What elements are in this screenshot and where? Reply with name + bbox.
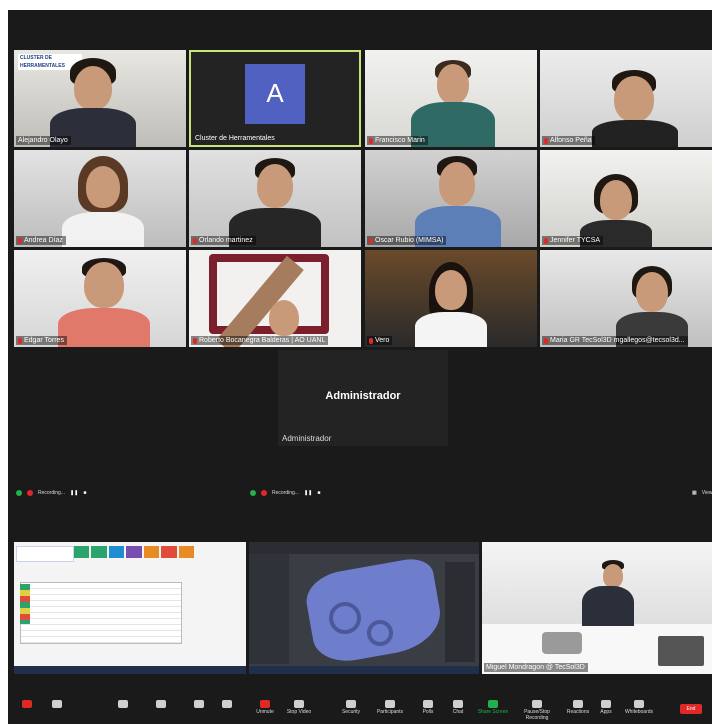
security-shield-icon — [16, 490, 22, 496]
recording-label: Recording... — [38, 490, 65, 496]
security-shield-icon — [250, 490, 256, 496]
participant-tile-active-speaker[interactable]: A Cluster de Herramentales — [189, 50, 361, 147]
muted-mic-icon — [193, 337, 197, 344]
participant-tile[interactable]: CLUSTER DE HERRAMENTALES Alejandro Olayo — [14, 50, 186, 147]
audio-control-icon[interactable] — [22, 698, 32, 709]
muted-mic-icon — [193, 237, 197, 244]
unmute-button[interactable]: Unmute — [252, 698, 278, 715]
host-title: Administrador — [325, 390, 401, 402]
recording-indicator[interactable]: Recording... ❚❚ ■ — [16, 490, 86, 496]
pause-recording-button[interactable]: Pause/Stop Recording — [512, 698, 562, 721]
muted-mic-icon — [369, 237, 373, 244]
cad-model — [302, 555, 446, 667]
laptop — [658, 636, 704, 666]
participant-name: Administrador — [282, 434, 332, 443]
video-control-icon[interactable] — [52, 698, 62, 709]
participant-tile[interactable]: Jennifer TYCSA — [540, 150, 712, 247]
participant-name: Cluster de Herramentales — [195, 135, 275, 142]
participant-name: Vero — [367, 336, 393, 345]
participant-tile[interactable]: Oscar Rubio (MIMSA) — [365, 150, 537, 247]
stop-icon[interactable]: ■ — [317, 490, 320, 496]
reactions-button[interactable]: Reactions — [564, 698, 592, 715]
end-button[interactable]: End — [680, 704, 702, 714]
participant-name: Andrea Díaz — [16, 236, 66, 245]
participant-tile[interactable]: Orlando martinez — [189, 150, 361, 247]
participant-tile[interactable]: Maria GR TecSol3D mgallegos@tecsol3d... — [540, 250, 712, 347]
participant-tile[interactable]: Alfonso Peña — [540, 50, 712, 147]
stop-icon[interactable]: ■ — [83, 490, 86, 496]
meeting-toolbar: Unmute Stop Video Security Participants … — [8, 698, 712, 724]
host-tile[interactable]: Administrador Administrador — [278, 350, 448, 446]
participants-icon[interactable] — [156, 698, 166, 709]
participant-name: Orlando martinez — [191, 236, 256, 245]
view-icon: ▦ — [692, 490, 697, 496]
muted-mic-icon — [544, 237, 548, 244]
muted-mic-icon — [18, 237, 22, 244]
polls-button[interactable]: Polls — [418, 698, 438, 715]
shared-presenter-video[interactable]: Miguel Mondragon @ TecSol3D — [482, 542, 712, 674]
participant-name: Alejandro Olayo — [16, 136, 71, 145]
muted-mic-icon — [369, 337, 373, 344]
participant-name: Jennifer TYCSA — [542, 236, 604, 245]
participant-name: Oscar Rubio (MIMSA) — [367, 236, 447, 245]
security-icon[interactable] — [118, 698, 128, 709]
participant-name: Edgar Torres — [16, 336, 67, 345]
participants-button[interactable]: Participants — [372, 698, 408, 715]
participant-name: Roberto Bocanegra Balderas | AO UANL — [191, 336, 329, 345]
zoom-meeting-window: CLUSTER DE HERRAMENTALES Alejandro Olayo… — [8, 10, 712, 724]
muted-mic-icon — [369, 137, 373, 144]
shared-screen-spreadsheet[interactable] — [14, 542, 246, 674]
polls-icon[interactable] — [194, 698, 204, 709]
record-icon — [261, 490, 267, 496]
recording-indicator[interactable]: Recording... ❚❚ ■ — [250, 490, 320, 496]
participant-name: Alfonso Peña — [542, 136, 595, 145]
participant-tile[interactable]: Andrea Díaz — [14, 150, 186, 247]
shared-screen-cad[interactable] — [249, 542, 479, 674]
view-button[interactable]: ▦ View — [692, 490, 712, 496]
apps-button[interactable]: Apps — [596, 698, 616, 715]
avatar: A — [245, 63, 305, 124]
recording-label: Recording... — [272, 490, 299, 496]
participant-tile[interactable]: Edgar Torres — [14, 250, 186, 347]
muted-mic-icon — [544, 137, 548, 144]
security-button[interactable]: Security — [338, 698, 364, 715]
stop-video-button[interactable]: Stop Video — [284, 698, 314, 715]
muted-mic-icon — [544, 337, 548, 344]
participant-tile[interactable]: Francisco Marin — [365, 50, 537, 147]
pause-icon[interactable]: ❚❚ — [70, 490, 78, 496]
participant-name: Francisco Marin — [367, 136, 428, 145]
share-screen-button[interactable]: Share Screen — [476, 698, 510, 715]
participant-tile[interactable]: Vero — [365, 250, 537, 347]
participant-name: Miguel Mondragon @ TecSol3D — [484, 663, 588, 672]
participant-name: Maria GR TecSol3D mgallegos@tecsol3d... — [542, 336, 688, 345]
cluster-logo — [16, 546, 74, 562]
data-table — [20, 582, 182, 644]
muted-mic-icon — [18, 337, 22, 344]
chat-icon[interactable] — [222, 698, 232, 709]
pause-icon[interactable]: ❚❚ — [304, 490, 312, 496]
record-icon — [27, 490, 33, 496]
whiteboards-button[interactable]: Whiteboards — [622, 698, 656, 715]
participant-tile[interactable]: Roberto Bocanegra Balderas | AO UANL — [189, 250, 361, 347]
chat-button[interactable]: Chat — [448, 698, 468, 715]
